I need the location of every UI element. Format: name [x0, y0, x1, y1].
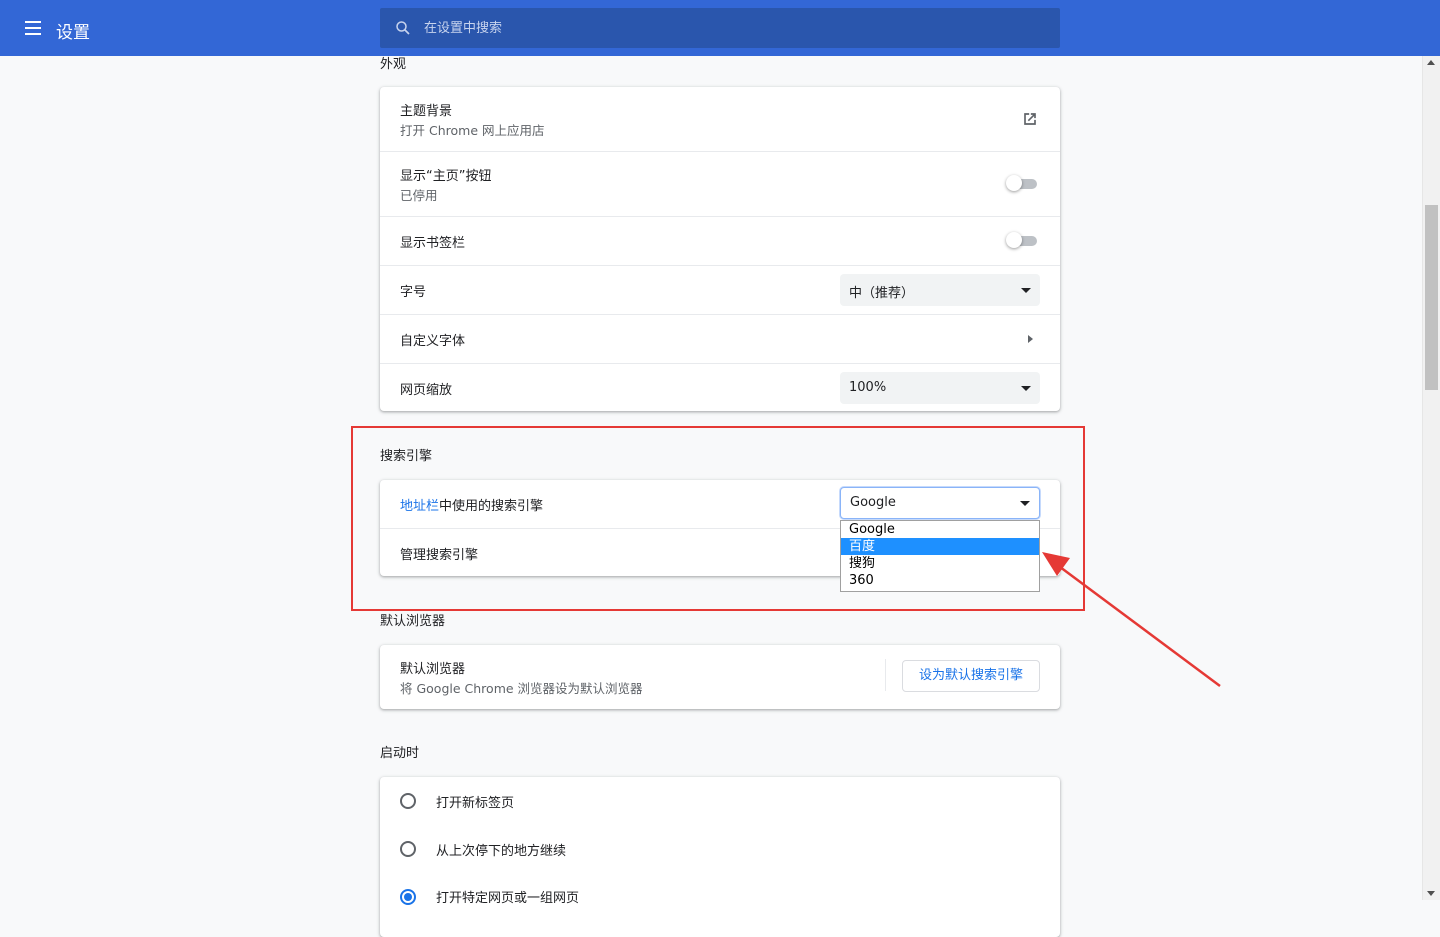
page-title: 设置 [56, 23, 90, 43]
dropdown-arrow-icon [1021, 288, 1031, 293]
font-size-select[interactable]: 中（推荐） [840, 274, 1040, 306]
home-button-toggle[interactable] [1006, 175, 1038, 191]
theme-sub: 打开 Chrome 网上应用店 [400, 123, 545, 138]
dropdown-option-baidu[interactable]: 百度 [841, 538, 1039, 555]
default-browser-label: 默认浏览器 [400, 662, 466, 677]
scroll-up-arrow-icon[interactable] [1427, 60, 1435, 65]
startup-card: 打开新标签页 从上次停下的地方继续 打开特定网页或一组网页 [380, 777, 1060, 937]
default-browser-sub: 将 Google Chrome 浏览器设为默认浏览器 [400, 681, 643, 696]
page-zoom-select[interactable]: 100% [840, 372, 1040, 404]
startup-radio-continue[interactable] [400, 841, 416, 857]
scrollbar[interactable] [1422, 56, 1440, 900]
scrollbar-thumb[interactable] [1425, 205, 1438, 390]
open-in-new-icon[interactable] [1020, 109, 1040, 129]
font-size-value: 中（推荐） [849, 286, 915, 301]
bookmarks-bar-label: 显示书签栏 [400, 236, 466, 251]
startup-radio-specific-pages[interactable] [400, 889, 416, 905]
home-button-label: 显示“主页”按钮 [400, 169, 492, 184]
default-browser-row: 默认浏览器 将 Google Chrome 浏览器设为默认浏览器 设为默认搜索引… [380, 645, 1060, 709]
appearance-card: 主题背景 打开 Chrome 网上应用店 显示“主页”按钮 已停用 显示书签栏 … [380, 87, 1060, 411]
annotation-arrow [1042, 552, 1221, 688]
custom-fonts-label: 自定义字体 [400, 334, 466, 349]
dropdown-arrow-icon [1021, 386, 1031, 391]
custom-fonts-row[interactable]: 自定义字体 [380, 314, 1060, 363]
startup-option-specific-pages[interactable]: 打开特定网页或一组网页 [436, 887, 579, 906]
home-button-row: 显示“主页”按钮 已停用 [380, 151, 1060, 216]
dropdown-option-sogou[interactable]: 搜狗 [841, 555, 1039, 572]
dropdown-option-google[interactable]: Google [841, 521, 1039, 538]
divider [885, 659, 886, 691]
home-button-sub: 已停用 [400, 188, 438, 203]
theme-row[interactable]: 主题背景 打开 Chrome 网上应用店 [380, 87, 1060, 151]
search-icon [396, 21, 410, 35]
bookmarks-bar-row: 显示书签栏 [380, 216, 1060, 265]
search-input[interactable] [424, 8, 1044, 48]
set-default-button[interactable]: 设为默认搜索引擎 [902, 660, 1040, 692]
font-size-label: 字号 [400, 285, 427, 300]
default-browser-section-title: 默认浏览器 [380, 614, 446, 629]
page-zoom-value: 100% [849, 380, 887, 395]
settings-search-box[interactable] [380, 8, 1060, 48]
dropdown-option-360[interactable]: 360 [841, 572, 1039, 589]
startup-radio-new-tab[interactable] [400, 793, 416, 809]
page-zoom-row: 网页缩放 100% [380, 363, 1060, 412]
chevron-right-icon[interactable] [1028, 335, 1033, 343]
page-zoom-label: 网页缩放 [400, 383, 453, 398]
top-toolbar: 设置 [0, 0, 1440, 56]
bookmarks-bar-toggle[interactable] [1006, 232, 1038, 248]
default-browser-card: 默认浏览器 将 Google Chrome 浏览器设为默认浏览器 设为默认搜索引… [380, 645, 1060, 709]
font-size-row: 字号 中（推荐） [380, 265, 1060, 314]
scroll-down-arrow-icon[interactable] [1427, 891, 1435, 896]
startup-option-continue[interactable]: 从上次停下的地方继续 [436, 840, 566, 859]
search-engine-dropdown-list: Google 百度 搜狗 360 [840, 520, 1040, 592]
startup-section-title: 启动时 [380, 746, 420, 761]
theme-label: 主题背景 [400, 104, 453, 119]
startup-option-new-tab[interactable]: 打开新标签页 [436, 792, 514, 811]
menu-icon[interactable] [22, 17, 46, 39]
